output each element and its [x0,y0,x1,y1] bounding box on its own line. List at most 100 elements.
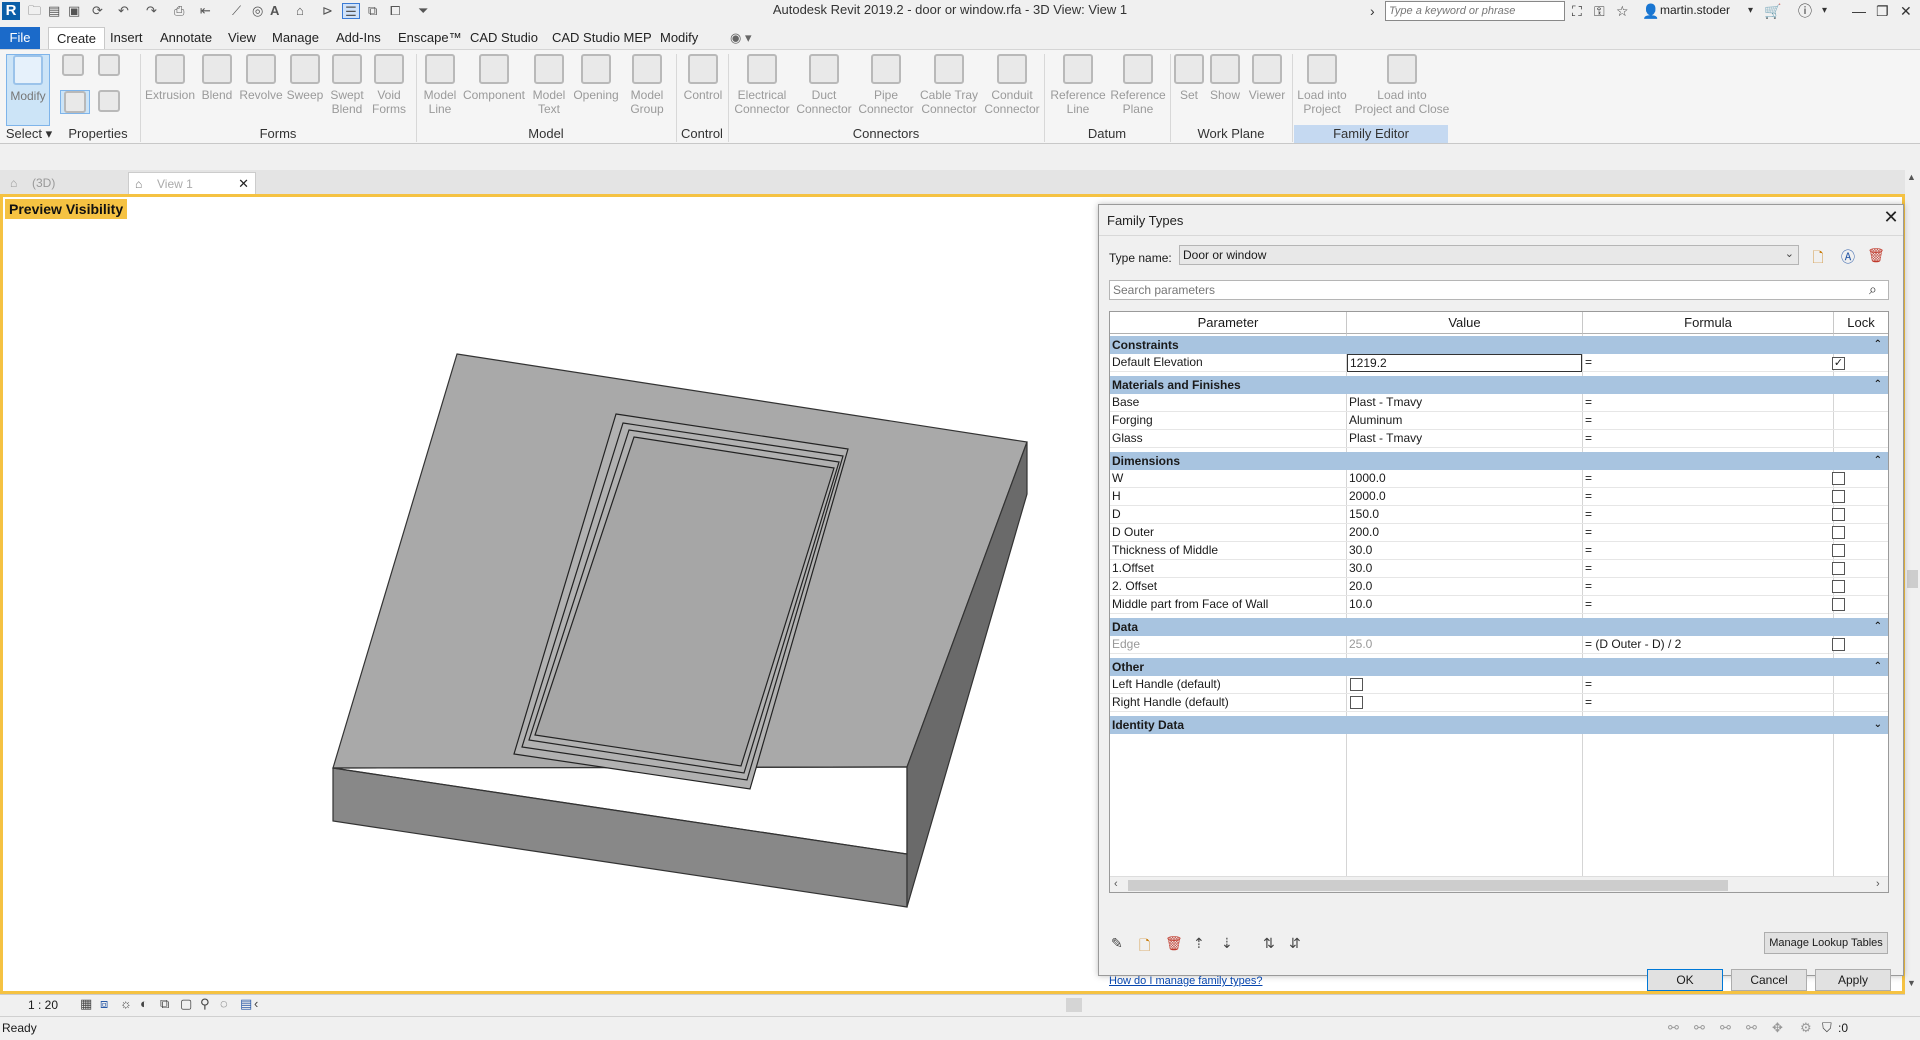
void-forms-button[interactable]: Void Forms [368,54,410,116]
ok-button[interactable]: OK [1647,969,1723,991]
view-vertical-scrollbar[interactable]: ▲ ▼ [1905,170,1920,994]
new-icon[interactable]: ▤ [48,3,60,19]
reference-plane-button[interactable]: Reference Plane [1108,54,1168,116]
tab-modify[interactable]: Modify [652,27,706,49]
customize-qat-icon[interactable]: ⏷ [418,3,428,19]
table-row[interactable]: Thickness of Middle 30.0 = [1110,542,1888,560]
viewer-button[interactable]: Viewer [1244,54,1290,102]
select-panel-label[interactable]: Select ▾ [4,125,54,143]
collapse-icon[interactable]: ⌃ [1874,336,1882,354]
tag-icon[interactable]: ◎ [252,3,263,19]
header-value[interactable]: Value [1347,312,1583,334]
tab-3d[interactable]: ⌂ (3D) [4,172,124,194]
move-down-icon[interactable]: ⇣ [1221,935,1233,952]
table-row[interactable]: W 1000.0 = [1110,470,1888,488]
select-pinned-icon[interactable]: ⚯ [1720,1020,1731,1036]
control-button[interactable]: Control [680,54,726,102]
help-link[interactable]: How do I manage family types? [1109,975,1262,987]
rename-type-icon[interactable]: Ⓐ [1839,247,1857,265]
table-row[interactable]: Right Handle (default) = [1110,694,1888,712]
lock-checkbox[interactable] [1832,472,1845,485]
table-row[interactable]: 1.Offset 30.0 = [1110,560,1888,578]
revolve-button[interactable]: Revolve [238,54,284,102]
value-input[interactable]: 1219.2 [1347,354,1582,372]
tab-enscape[interactable]: Enscape™ [390,27,470,49]
shadows-icon[interactable]: ◐ [140,996,148,1011]
lock-view-icon[interactable]: ⚲ [200,996,210,1012]
sweep-button[interactable]: Sweep [284,54,326,102]
select-by-face-icon[interactable]: ⚯ [1746,1020,1757,1036]
redo-icon[interactable]: ↷ [146,3,157,19]
favorites-star-icon[interactable]: ☆ [1616,2,1629,20]
type-properties-button[interactable] [96,90,122,112]
collapse-icon[interactable]: ⌃ [1874,376,1882,394]
lock-checkbox[interactable] [1832,562,1845,575]
background-processes-icon[interactable]: ⚙ [1800,1020,1812,1036]
drag-elements-icon[interactable]: ✥ [1772,1020,1783,1036]
lock-checkbox[interactable] [1832,638,1845,651]
group-dimensions[interactable]: Dimensions ⌃ [1110,452,1888,470]
revit-logo-icon[interactable]: R [2,2,20,20]
close-hidden-icon[interactable]: ⧉ [368,3,377,19]
scroll-up-icon[interactable]: ▲ [1907,172,1916,182]
apply-button[interactable]: Apply [1815,969,1891,991]
scroll-thumb[interactable] [1907,570,1918,588]
sort-descending-icon[interactable]: ⇵ [1289,935,1301,952]
restore-icon[interactable]: ❐ [1876,2,1889,20]
table-row[interactable]: D 150.0 = [1110,506,1888,524]
switch-windows-icon[interactable]: ⧠ [390,3,400,19]
table-row[interactable]: 2. Offset 20.0 = [1110,578,1888,596]
model-line-button[interactable]: Model Line [420,54,460,116]
reveal-hidden-icon[interactable]: ▤ [240,996,252,1012]
sync-icon[interactable]: ⟳ [92,3,103,19]
swept-blend-button[interactable]: Swept Blend [326,54,368,116]
new-type-icon[interactable]: 🗋 [1809,247,1827,265]
family-types-button[interactable] [96,54,122,80]
tab-cad-studio[interactable]: CAD Studio [462,27,546,49]
blend-button[interactable]: Blend [196,54,238,102]
type-name-select[interactable]: Door or window ⌄ [1179,245,1799,265]
model-group-button[interactable]: Model Group [624,54,670,116]
lock-checkbox[interactable] [1832,490,1845,503]
modify-button[interactable]: Modify [6,54,50,126]
visual-style-icon[interactable]: ⧈ [100,996,108,1012]
tab-cad-studio-mep[interactable]: CAD Studio MEP [544,27,660,49]
table-row[interactable]: Glass Plast - Tmavy = [1110,430,1888,448]
group-data[interactable]: Data ⌃ [1110,618,1888,636]
tab-manage[interactable]: Manage [264,27,327,49]
table-row[interactable]: Left Handle (default) = [1110,676,1888,694]
help-icon[interactable]: ⓘ [1798,2,1812,20]
help-search-input[interactable]: Type a keyword or phrase [1385,1,1565,21]
lock-checkbox-checked[interactable]: ✓ [1832,357,1845,370]
horizontal-scroll-thumb[interactable] [1066,998,1082,1012]
header-formula[interactable]: Formula [1583,312,1834,334]
collapse-icon[interactable]: ⌃ [1874,658,1882,676]
tab-insert[interactable]: Insert [102,27,151,49]
group-other[interactable]: Other ⌃ [1110,658,1888,676]
group-constraints[interactable]: Constraints ⌃ [1110,336,1888,354]
chevron-down-icon[interactable]: ▾ [1748,2,1753,20]
manage-lookup-tables-button[interactable]: Manage Lookup Tables [1764,932,1888,954]
new-parameter-icon[interactable]: 🗋 [1139,935,1150,959]
temporary-hide-icon[interactable]: ◌ [220,996,228,1011]
sun-path-icon[interactable]: ☼ [120,996,132,1011]
family-category-button[interactable] [60,54,86,80]
edit-parameter-icon[interactable]: ✎ [1111,935,1123,952]
extrusion-button[interactable]: Extrusion [144,54,196,102]
tab-view-1[interactable]: ⌂ View 1 ✕ [128,172,256,194]
table-row[interactable]: Default Elevation 1219.2 = ✓ [1110,354,1888,372]
scroll-thumb[interactable] [1128,880,1728,891]
load-into-project-button[interactable]: Load into Project [1294,54,1350,116]
filter-icon[interactable]: ⛉ [1822,1020,1832,1036]
lock-checkbox[interactable] [1832,526,1845,539]
chevron-right-icon[interactable]: › [1370,2,1375,20]
dimension-icon[interactable]: ⟋ [232,3,241,19]
show-work-plane-button[interactable]: Show [1206,54,1244,102]
binoculars-icon[interactable]: ⛶ [1572,2,1582,20]
undo-icon[interactable]: ↶ [118,3,129,19]
group-identity-data[interactable]: Identity Data ⌄ [1110,716,1888,734]
move-up-icon[interactable]: ⇡ [1193,935,1205,952]
detail-level-icon[interactable]: ▦ [80,996,92,1012]
tab-file[interactable]: File [0,27,40,49]
thin-lines-icon[interactable]: ☰ [342,3,360,19]
